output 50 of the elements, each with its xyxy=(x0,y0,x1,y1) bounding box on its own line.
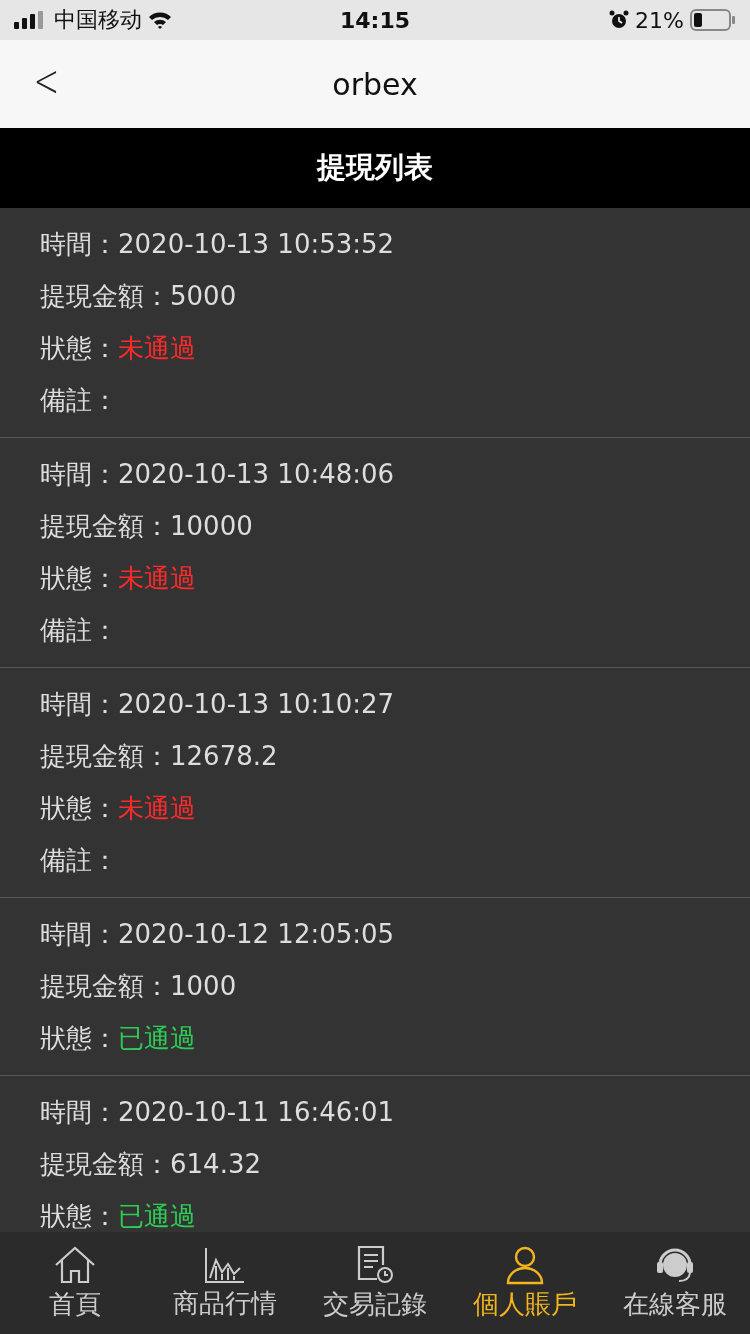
field-value: 未通過 xyxy=(118,561,196,595)
field-value: 2020-10-13 10:48:06 xyxy=(118,459,395,489)
wifi-icon xyxy=(148,11,172,29)
field-label: 時間： xyxy=(40,687,118,721)
field-label: 時間： xyxy=(40,917,118,951)
field-value: 1000 xyxy=(170,971,237,1001)
tab-item[interactable]: 首頁 xyxy=(0,1232,150,1334)
battery-icon xyxy=(690,9,736,31)
field-value: 未通過 xyxy=(118,791,196,825)
back-button[interactable]: < xyxy=(29,54,64,107)
field-label: 備註： xyxy=(40,613,118,647)
field-value: 2020-10-11 16:46:01 xyxy=(118,1097,395,1127)
field-value: 10000 xyxy=(170,511,253,541)
page-title: orbex xyxy=(332,66,418,102)
field-value: 已通過 xyxy=(118,1199,196,1232)
field-label: 狀態： xyxy=(40,331,118,365)
field-label: 備註： xyxy=(40,843,118,877)
tab-item[interactable]: 交易記錄 xyxy=(300,1232,450,1334)
chart-icon xyxy=(204,1245,246,1284)
field-value: 2020-10-12 12:05:05 xyxy=(118,919,395,949)
field-label: 狀態： xyxy=(40,1021,118,1055)
field-label: 備註： xyxy=(40,383,118,417)
tab-item[interactable]: 商品行情 xyxy=(150,1232,300,1334)
alarm-icon xyxy=(609,10,630,30)
clock-time: 14:15 xyxy=(340,7,410,33)
field-label: 提現金額： xyxy=(40,279,170,313)
tab-item[interactable]: 個人賬戶 xyxy=(450,1232,600,1334)
person-icon xyxy=(505,1244,545,1285)
field-value: 2020-10-13 10:10:27 xyxy=(118,689,395,719)
field-label: 狀態： xyxy=(40,561,118,595)
field-value: 已通過 xyxy=(118,1021,196,1055)
field-label: 時間： xyxy=(40,457,118,491)
field-value: 5000 xyxy=(170,281,237,311)
section-title: 提現列表 xyxy=(317,149,433,186)
field-value: 614.32 xyxy=(170,1149,261,1179)
field-label: 時間： xyxy=(40,227,118,261)
field-label: 提現金額： xyxy=(40,739,170,773)
field-label: 狀態： xyxy=(40,1199,118,1232)
document-clock-icon xyxy=(355,1244,395,1285)
carrier-name: 中国移动 xyxy=(54,6,142,34)
field-label: 提現金額： xyxy=(40,509,170,543)
field-label: 狀態： xyxy=(40,791,118,825)
field-label: 提現金額： xyxy=(40,1147,170,1181)
field-label: 提現金額： xyxy=(40,969,170,1003)
field-value: 12678.2 xyxy=(170,741,278,771)
tab-item[interactable]: 在線客服 xyxy=(600,1232,750,1334)
battery-percent: 21% xyxy=(635,7,684,33)
field-label: 時間： xyxy=(40,1095,118,1129)
field-value: 2020-10-13 10:53:52 xyxy=(118,229,395,259)
field-value: 未通過 xyxy=(118,331,196,365)
